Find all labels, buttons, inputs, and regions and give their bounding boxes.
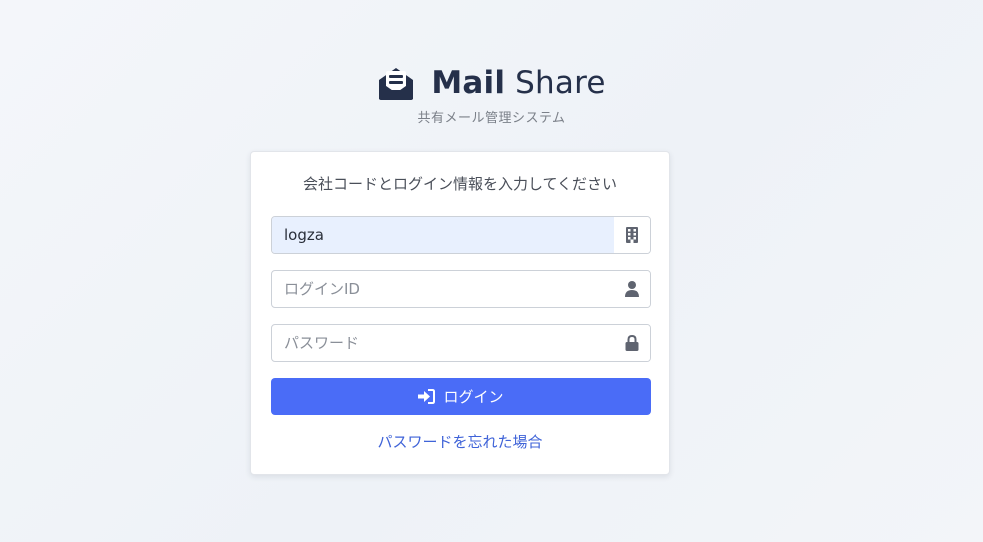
app-title-strong: Mail — [431, 65, 506, 101]
login-instructions: 会社コードとログイン情報を入力してください — [302, 175, 618, 193]
lock-icon — [614, 325, 650, 361]
envelope-open-text-icon — [377, 64, 415, 102]
login-card: 会社コードとログイン情報を入力してください logza ログインID ログイン … — [250, 151, 670, 475]
app-title: Mail Share — [431, 62, 605, 104]
login-id-field — [271, 270, 651, 308]
login-id-input[interactable] — [272, 271, 614, 307]
company-code-field — [271, 216, 651, 254]
app-title-light: Share — [515, 65, 606, 101]
sign-in-icon — [418, 389, 436, 404]
password-field — [271, 324, 651, 362]
brand-header: Mail Share — [0, 62, 983, 104]
company-code-input[interactable] — [272, 217, 614, 253]
forgot-password-link[interactable]: パスワードを忘れた場合 — [251, 432, 669, 452]
login-button[interactable]: ログイン — [271, 378, 651, 415]
building-icon — [614, 217, 650, 253]
password-input[interactable] — [272, 325, 614, 361]
app-subtitle: 共有メール管理システム — [417, 111, 566, 126]
user-icon — [614, 271, 650, 307]
login-button-label: ログイン — [443, 388, 504, 406]
